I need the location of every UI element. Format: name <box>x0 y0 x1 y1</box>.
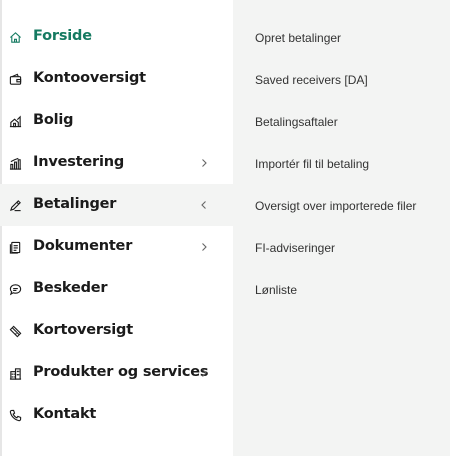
nav-label-bolig: Bolig <box>33 112 74 128</box>
nav-label-kontakt: Kontakt <box>33 406 97 422</box>
house-chart-icon <box>8 114 22 128</box>
nav-label-produkter-og-services: Produkter og services <box>33 364 209 380</box>
nav-item-kontakt[interactable]: Kontakt <box>0 394 233 436</box>
home-icon <box>8 30 22 44</box>
main-nav-sidebar: Forside Kontooversigt Bolig Investering … <box>0 0 233 456</box>
building-icon <box>8 366 22 380</box>
nav-item-investering[interactable]: Investering <box>0 142 233 184</box>
chat-bubble-icon <box>8 282 22 296</box>
submenu-item-betalingsaftaler[interactable]: Betalingsaftaler <box>255 112 445 132</box>
nav-item-betalinger[interactable]: Betalinger <box>0 184 233 226</box>
wallet-icon <box>8 72 22 86</box>
nav-label-betalinger: Betalinger <box>33 196 117 212</box>
nav-item-dokumenter[interactable]: Dokumenter <box>0 226 233 268</box>
nav-label-investering: Investering <box>33 154 125 170</box>
nav-item-forside[interactable]: Forside <box>0 16 233 58</box>
submenu-item-saved-receivers[interactable]: Saved receivers [DA] <box>255 70 445 90</box>
document-icon <box>8 240 22 254</box>
submenu-item-opret-betalinger[interactable]: Opret betalinger <box>255 28 445 48</box>
nav-label-kontooversigt: Kontooversigt <box>33 70 146 86</box>
nav-label-dokumenter: Dokumenter <box>33 238 133 254</box>
submenu-item-importer-fil[interactable]: Importér fil til betaling <box>255 154 445 174</box>
nav-item-beskeder[interactable]: Beskeder <box>0 268 233 310</box>
bar-chart-icon <box>8 156 22 170</box>
betalinger-submenu: Opret betalinger Saved receivers [DA] Be… <box>233 0 450 456</box>
pen-icon <box>8 198 22 212</box>
chevron-right-icon <box>199 157 209 169</box>
nav-item-kortoversigt[interactable]: Kortoversigt <box>0 310 233 352</box>
nav-label-kortoversigt: Kortoversigt <box>33 322 133 338</box>
chevron-right-icon <box>199 241 209 253</box>
nav-item-kontooversigt[interactable]: Kontooversigt <box>0 58 233 100</box>
nav-item-bolig[interactable]: Bolig <box>0 100 233 142</box>
submenu-item-oversigt-importerede-filer[interactable]: Oversigt over importerede filer <box>255 196 445 216</box>
nav-item-produkter-og-services[interactable]: Produkter og services <box>0 352 233 394</box>
phone-icon <box>8 408 22 422</box>
nav-label-beskeder: Beskeder <box>33 280 108 296</box>
chevron-right-icon <box>199 367 209 379</box>
nav-label-forside: Forside <box>33 28 92 44</box>
submenu-item-lonliste[interactable]: Lønliste <box>255 280 445 300</box>
submenu-item-fi-adviseringer[interactable]: FI-adviseringer <box>255 238 445 258</box>
card-icon <box>8 324 22 338</box>
chevron-left-icon <box>199 199 209 211</box>
